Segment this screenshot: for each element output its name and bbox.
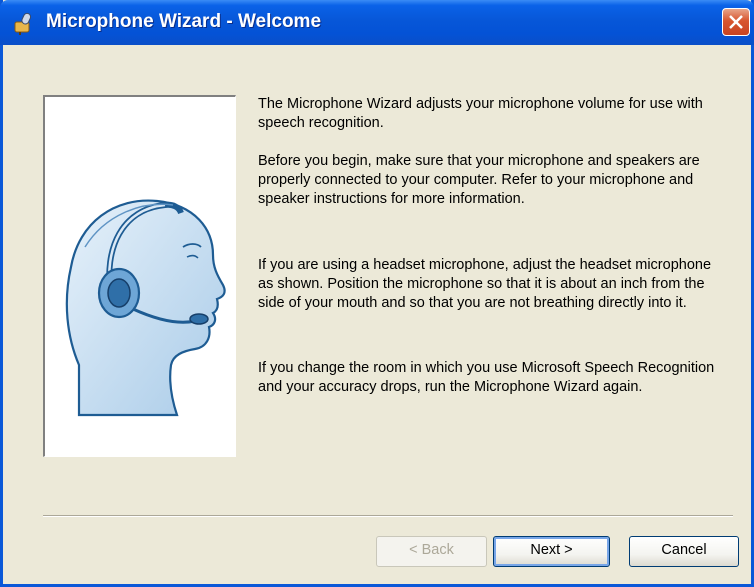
title-bar[interactable]: Microphone Wizard - Welcome: [0, 0, 754, 45]
intro-paragraph: The Microphone Wizard adjusts your micro…: [258, 96, 703, 131]
headset-illustration-icon: [65, 199, 226, 417]
headset-instructions-paragraph: If you are using a headset microphone, a…: [258, 257, 712, 311]
close-button[interactable]: [722, 8, 750, 36]
headset-illustration: [43, 95, 236, 457]
preparation-paragraph: Before you begin, make sure that your mi…: [258, 153, 700, 207]
microphone-wizard-window: Microphone Wizard - Welcome The Micropho…: [0, 0, 754, 587]
button-separator: [43, 515, 733, 517]
microphone-icon: [12, 10, 38, 36]
cancel-button[interactable]: Cancel: [629, 536, 739, 567]
rerun-wizard-paragraph: If you change the room in which you use …: [258, 360, 715, 395]
window-title: Microphone Wizard - Welcome: [46, 11, 322, 32]
next-button[interactable]: Next >: [493, 536, 610, 567]
back-button[interactable]: < Back: [376, 536, 487, 567]
